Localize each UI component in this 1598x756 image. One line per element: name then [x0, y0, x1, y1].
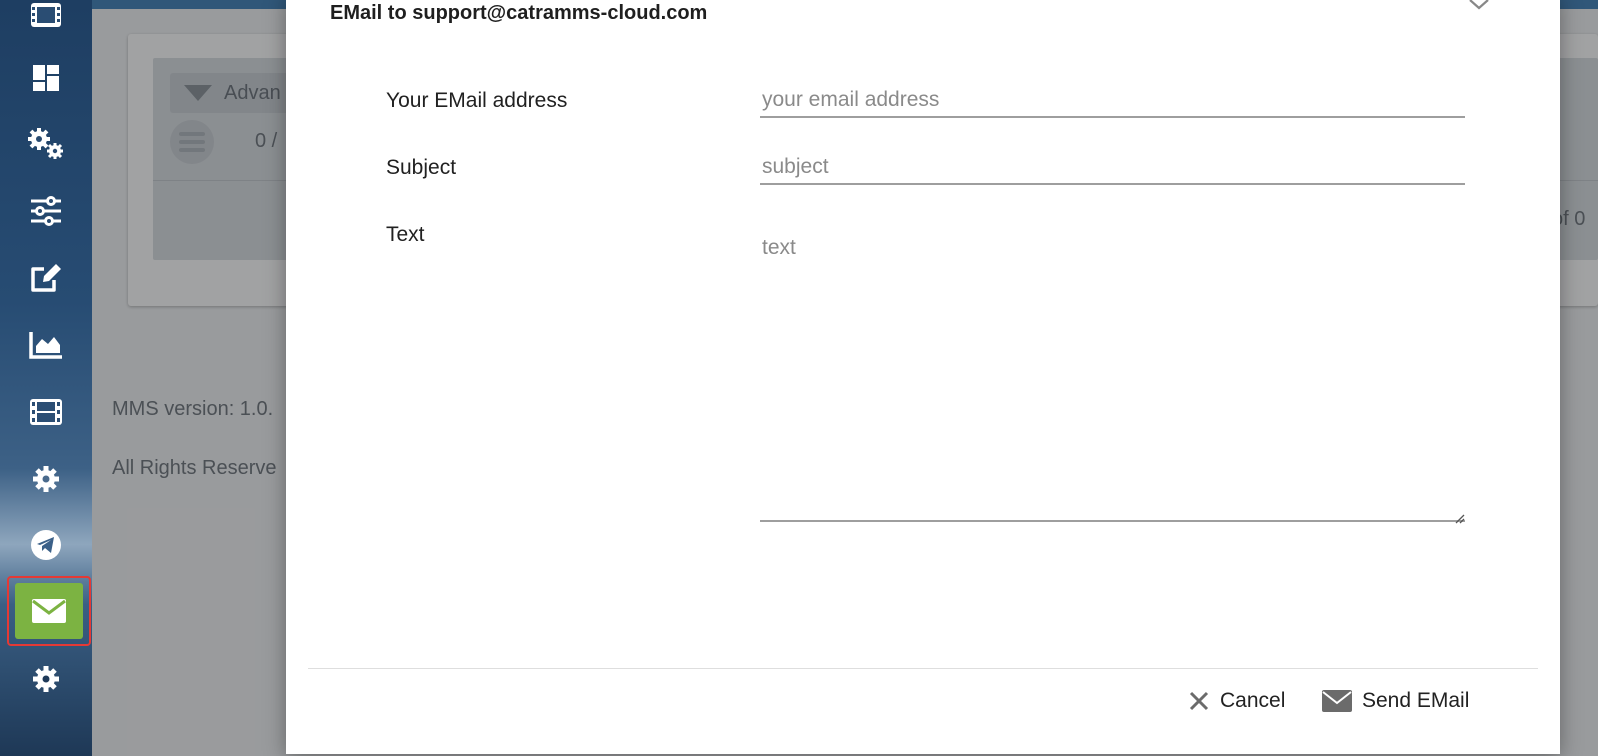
- send-email-button[interactable]: Send EMail: [1322, 678, 1469, 724]
- email-dialog: EMail to support@catramms-cloud.com Your…: [286, 0, 1560, 754]
- resize-handle-icon[interactable]: [1453, 512, 1465, 524]
- edit-icon: [31, 264, 61, 292]
- text-label: Text: [386, 223, 425, 246]
- sidebar-item-dashboard[interactable]: [12, 49, 80, 107]
- dialog-title: EMail to support@catramms-cloud.com: [330, 2, 708, 24]
- close-icon[interactable]: [1464, 0, 1494, 16]
- sidebar-item-media[interactable]: [12, 0, 80, 44]
- sidebar-item-statistics[interactable]: [12, 316, 80, 374]
- sidebar: [0, 0, 92, 756]
- sidebar-item-gear[interactable]: [12, 450, 80, 508]
- gear-icon: [33, 466, 59, 492]
- email-field[interactable]: [760, 88, 1465, 118]
- envelope-icon: [32, 599, 66, 623]
- sidebar-item-preferences[interactable]: [12, 650, 80, 708]
- film-icon: [31, 3, 61, 27]
- subject-label: Subject: [386, 156, 457, 179]
- sidebar-item-settings[interactable]: [12, 182, 80, 240]
- email-label: Your EMail address: [386, 89, 568, 112]
- area-chart-icon: [29, 332, 62, 359]
- sidebar-item-configuration[interactable]: [12, 115, 80, 173]
- telegram-icon: [31, 530, 61, 560]
- close-icon: [1189, 691, 1209, 711]
- text-area[interactable]: [760, 232, 1465, 522]
- cogs-icon: [28, 128, 63, 159]
- subject-field[interactable]: [760, 155, 1465, 185]
- film-icon: [30, 399, 62, 425]
- sidebar-item-edit[interactable]: [12, 249, 80, 307]
- send-email-label: Send EMail: [1362, 689, 1470, 712]
- gear-icon: [33, 666, 59, 692]
- email-item-highlight: [15, 583, 83, 639]
- footer-divider: [308, 668, 1538, 669]
- envelope-icon: [1322, 690, 1352, 712]
- cancel-label: Cancel: [1220, 689, 1286, 712]
- sidebar-item-media-library[interactable]: [12, 383, 80, 441]
- sidebar-item-email[interactable]: [7, 576, 91, 646]
- sidebar-item-telegram[interactable]: [12, 516, 80, 574]
- sliders-icon: [31, 196, 61, 226]
- cancel-button[interactable]: Cancel: [1188, 678, 1285, 724]
- dashboard-icon: [33, 65, 59, 91]
